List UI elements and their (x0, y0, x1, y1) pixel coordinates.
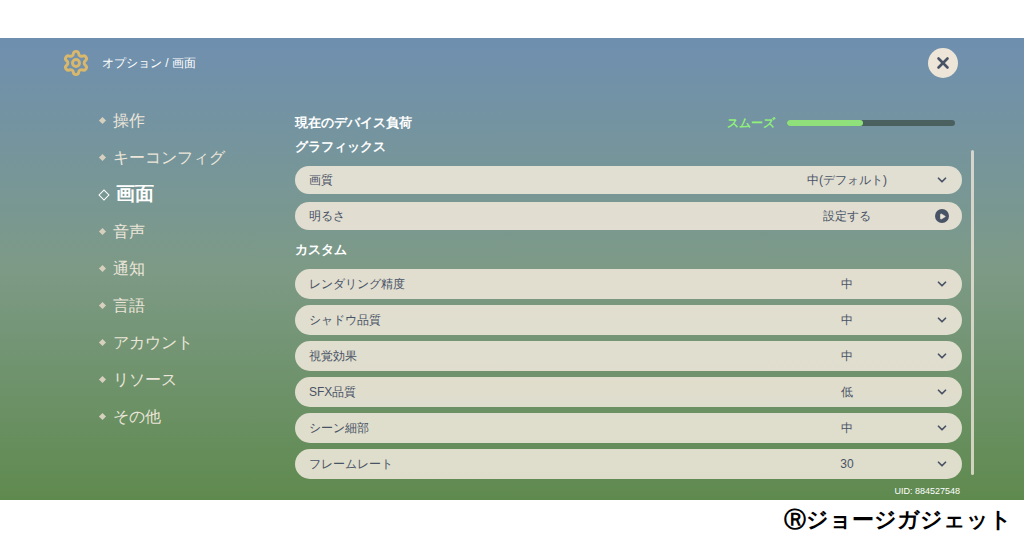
sidebar-item[interactable]: 画面 (100, 176, 295, 213)
sidebar-item[interactable]: 言語 (100, 287, 295, 324)
sidebar: 操作キーコンフィグ画面音声通知言語アカウントリソースその他 (0, 88, 295, 500)
play-icon (935, 209, 949, 223)
diamond-icon (99, 117, 106, 124)
sidebar-label: アカウント (113, 331, 193, 355)
dropdown-arrow-icon (935, 277, 949, 291)
diamond-icon (99, 154, 106, 161)
setting-label: 視覚効果 (309, 347, 762, 365)
setting-label: 明るさ (309, 207, 762, 225)
settings-section: カスタムレンダリング精度中シャドウ品質中視覚効果中SFX品質低シーン細部中フレー… (295, 241, 962, 479)
sidebar-label: その他 (113, 405, 161, 429)
settings-panel: 現在のデバイス負荷スムーズグラフィックス画質中(デフォルト)明るさ設定するカスタ… (295, 88, 962, 500)
setting-row[interactable]: フレームレート30 (295, 449, 962, 479)
scrollbar[interactable] (971, 150, 974, 475)
sidebar-item[interactable]: 操作 (100, 102, 295, 139)
setting-value: 30 (762, 455, 932, 473)
dropdown-arrow-icon (935, 173, 949, 187)
sidebar-item[interactable]: アカウント (100, 324, 295, 361)
sidebar-label: 操作 (113, 109, 145, 133)
settings-section: グラフィックス画質中(デフォルト)明るさ設定する (295, 138, 962, 230)
setting-label: フレームレート (309, 455, 762, 473)
diamond-outline-icon (98, 189, 109, 200)
setting-row[interactable]: 視覚効果中 (295, 341, 962, 371)
diamond-icon (99, 302, 106, 309)
sidebar-label: 音声 (113, 220, 145, 244)
sidebar-item[interactable]: その他 (100, 398, 295, 435)
sidebar-label: 画面 (116, 180, 154, 209)
breadcrumb: オプション / 画面 (102, 54, 196, 72)
sidebar-item[interactable]: 通知 (100, 250, 295, 287)
device-load: 現在のデバイス負荷スムーズ (295, 114, 962, 132)
dropdown-arrow-icon (935, 421, 949, 435)
sidebar-label: リソース (113, 368, 177, 392)
game-screen: オプション / 画面操作キーコンフィグ画面音声通知言語アカウントリソースその他現… (0, 38, 1024, 500)
diamond-icon (99, 376, 106, 383)
setting-row[interactable]: 画質中(デフォルト) (295, 166, 962, 194)
section-title: グラフィックス (295, 138, 962, 156)
sidebar-label: キーコンフィグ (113, 146, 225, 170)
header: オプション / 画面 (0, 38, 1024, 88)
setting-value: 中(デフォルト) (762, 171, 932, 189)
diamond-icon (99, 228, 106, 235)
setting-label: 画質 (309, 171, 762, 189)
uid: UID: 884527548 (894, 485, 960, 499)
dropdown-arrow-icon (935, 385, 949, 399)
device-load-bar (787, 120, 955, 126)
dropdown-arrow-icon (935, 313, 949, 327)
setting-row[interactable]: SFX品質低 (295, 377, 962, 407)
device-load-label: 現在のデバイス負荷 (295, 113, 727, 133)
setting-value: 中 (762, 311, 932, 329)
setting-value: 中 (762, 275, 932, 293)
setting-value: 設定する (762, 207, 932, 225)
diamond-icon (99, 265, 106, 272)
setting-label: SFX品質 (309, 383, 762, 401)
gear-icon (62, 49, 90, 77)
section-title: カスタム (295, 241, 962, 259)
setting-label: シーン細部 (309, 419, 762, 437)
setting-value: 低 (762, 383, 932, 401)
sidebar-label: 通知 (113, 257, 145, 281)
device-load-status: スムーズ (727, 114, 775, 132)
setting-row[interactable]: シャドウ品質中 (295, 305, 962, 335)
setting-row[interactable]: シーン細部中 (295, 413, 962, 443)
sidebar-item[interactable]: キーコンフィグ (100, 139, 295, 176)
dropdown-arrow-icon (935, 349, 949, 363)
sidebar-item[interactable]: 音声 (100, 213, 295, 250)
watermark: Ⓡジョージガジェット (784, 503, 1012, 536)
diamond-icon (99, 413, 106, 420)
sidebar-label: 言語 (113, 294, 145, 318)
setting-value: 中 (762, 419, 932, 437)
page: オプション / 画面操作キーコンフィグ画面音声通知言語アカウントリソースその他現… (0, 0, 1024, 538)
setting-label: シャドウ品質 (309, 311, 762, 329)
setting-row[interactable]: レンダリング精度中 (295, 269, 962, 299)
close-icon (934, 54, 952, 72)
setting-label: レンダリング精度 (309, 275, 762, 293)
setting-row[interactable]: 明るさ設定する (295, 202, 962, 230)
setting-value: 中 (762, 347, 932, 365)
close-button[interactable] (928, 48, 958, 78)
sidebar-item[interactable]: リソース (100, 361, 295, 398)
dropdown-arrow-icon (935, 457, 949, 471)
diamond-icon (99, 339, 106, 346)
